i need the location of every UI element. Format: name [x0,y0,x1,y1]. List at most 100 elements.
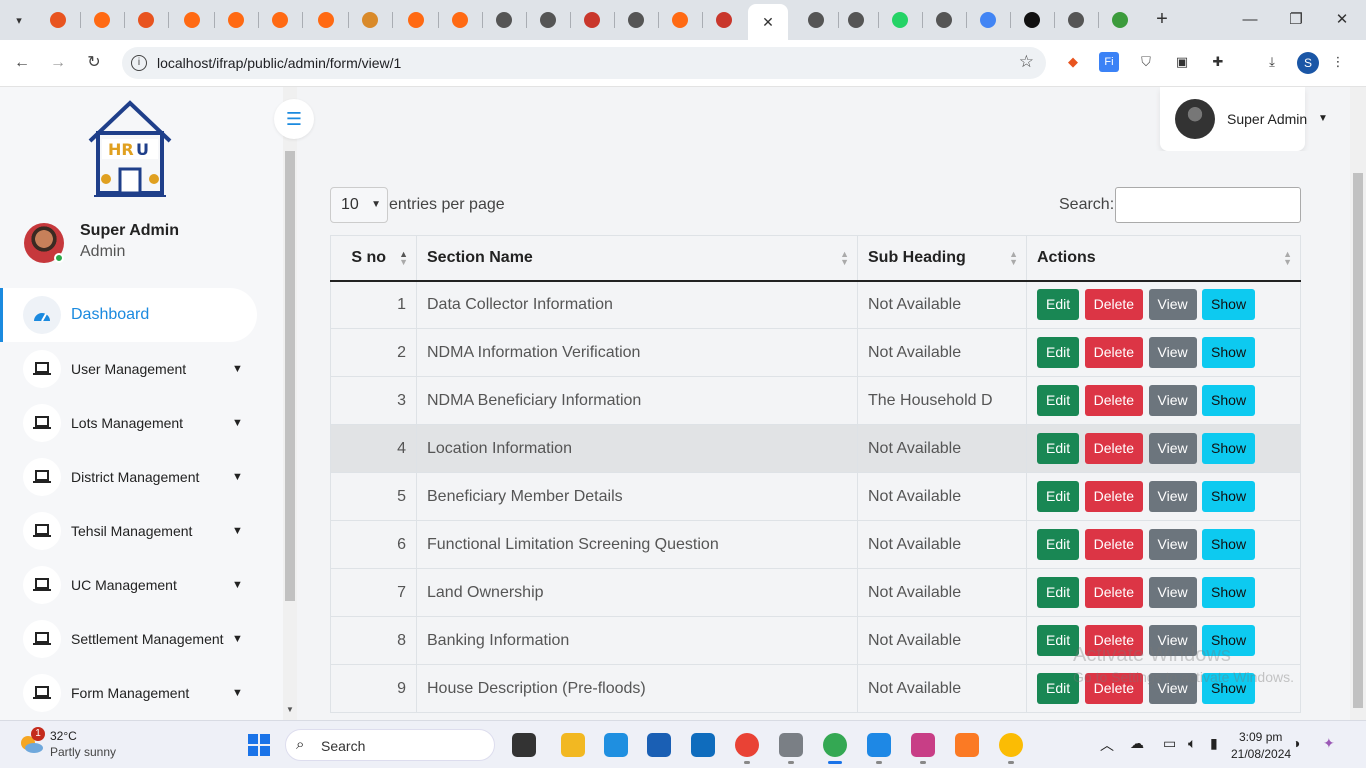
view-button[interactable]: View [1148,337,1197,368]
view-button[interactable]: View [1148,481,1197,512]
downloads-icon[interactable]: ⤓ [1262,52,1282,72]
browser-menu-icon[interactable]: ⋮ [1328,52,1348,72]
address-bar[interactable]: i localhost/ifrap/public/admin/form/view… [122,47,1046,79]
column-header-sno[interactable]: S no ▲ ▼ [330,235,417,282]
view-button[interactable]: View [1148,529,1197,560]
topbar-user-menu[interactable]: Super Admin ▼ [1160,87,1328,151]
browser-tab[interactable] [38,6,78,34]
sidebar-item-uc-management[interactable]: UC Management ▼ [0,558,257,612]
bookmark-star-icon[interactable]: ☆ [1019,52,1034,72]
windows-start-icon[interactable] [248,734,270,756]
back-icon[interactable]: ← [10,51,34,75]
outlook-icon[interactable] [691,733,715,757]
column-header-sub-heading[interactable]: Sub Heading ▲ ▼ [857,235,1027,282]
browser-tab[interactable] [1100,6,1140,34]
notification-bell-icon[interactable]: ◑ [1292,735,1300,751]
extension-fi-icon[interactable]: Fi [1099,52,1119,72]
browser-tab[interactable] [572,6,612,34]
sidebar-item-settlement-management[interactable]: Settlement Management ▼ [0,612,257,666]
edit-button[interactable]: Edit [1037,481,1080,512]
display-icon[interactable]: ▭ [1163,735,1176,752]
show-button[interactable]: Show [1202,577,1256,608]
browser-tab[interactable] [306,6,346,34]
forward-icon[interactable]: → [46,51,70,75]
browser-tab[interactable] [968,6,1008,34]
view-button[interactable]: View [1148,577,1197,608]
sidebar-item-form-management[interactable]: Form Management ▼ [0,666,257,720]
vscode-icon[interactable] [867,733,891,757]
browser-tab[interactable] [528,6,568,34]
browser-tab[interactable] [396,6,436,34]
store-icon[interactable] [647,733,671,757]
chrome-icon[interactable] [999,733,1023,757]
browser-tab[interactable] [82,6,122,34]
sidebar-item-district-management[interactable]: District Management ▼ [0,450,257,504]
volume-icon[interactable]: 🔈︎ [1188,735,1196,752]
sidebar-scroll-thumb[interactable] [285,151,295,601]
weather-condition[interactable]: Partly sunny [50,745,116,759]
show-button[interactable]: Show [1202,529,1256,560]
page-scrollbar[interactable] [1350,87,1366,720]
browser-tab[interactable] [660,6,700,34]
browser-tab[interactable] [924,6,964,34]
show-button[interactable]: Show [1202,289,1256,321]
maximize-icon[interactable]: ❐ [1284,8,1308,32]
edit-button[interactable]: Edit [1037,577,1080,608]
new-tab-button[interactable]: + [1150,8,1174,32]
delete-button[interactable]: Delete [1084,433,1144,464]
browser-tab[interactable] [216,6,256,34]
edit-button[interactable]: Edit [1037,433,1080,464]
tab-search-dropdown[interactable]: ▾ [8,9,30,31]
column-header-section-name[interactable]: Section Name ▲ ▼ [416,235,858,282]
browser-tab[interactable] [616,6,656,34]
search-input[interactable] [1115,187,1301,223]
edit-button[interactable]: Edit [1037,385,1080,416]
sidebar-item-tehsil-management[interactable]: Tehsil Management ▼ [0,504,257,558]
close-window-icon[interactable]: ✕ [1330,8,1354,32]
edge-icon[interactable] [604,733,628,757]
delete-button[interactable]: Delete [1084,289,1144,321]
delete-button[interactable]: Delete [1084,577,1144,608]
copilot-icon[interactable]: ✦ [1323,735,1335,752]
extension-icon[interactable]: ◆ [1063,52,1083,72]
browser-tab[interactable] [1056,6,1096,34]
extensions-puzzle-icon[interactable]: ✚ [1208,52,1228,72]
view-button[interactable]: View [1148,385,1197,416]
battery-icon[interactable]: ▮ [1210,735,1218,752]
shield-extension-icon[interactable]: ⛉ [1136,52,1156,72]
browser-tab[interactable] [484,6,524,34]
delete-button[interactable]: Delete [1084,529,1144,560]
entries-per-page-select[interactable]: 10 ▼ [330,187,388,223]
taskbar-date[interactable]: 21/08/2024 [1231,747,1291,761]
camera-icon[interactable] [779,733,803,757]
browser-tab[interactable] [1012,6,1052,34]
taskbar-time[interactable]: 3:09 pm [1239,730,1282,744]
browser-tab[interactable] [172,6,212,34]
browser-tab[interactable] [880,6,920,34]
profile-avatar[interactable]: S [1297,52,1319,74]
chrome-icon[interactable] [735,733,759,757]
column-header-actions[interactable]: Actions ▲ ▼ [1026,235,1301,282]
view-button[interactable]: View [1148,433,1197,464]
browser-tab[interactable] [126,6,166,34]
page-scroll-thumb[interactable] [1353,173,1363,708]
browser-tab[interactable] [440,6,480,34]
browser-tab[interactable] [836,6,876,34]
weather-temperature[interactable]: 32°C [50,729,77,743]
browser-tab[interactable] [350,6,390,34]
show-button[interactable]: Show [1202,337,1256,368]
delete-button[interactable]: Delete [1084,481,1144,512]
edit-button[interactable]: Edit [1037,337,1080,368]
scroll-down-arrow-icon[interactable]: ▼ [286,705,294,714]
browser-tab[interactable] [796,6,836,34]
taskbar-search-box[interactable]: ⌕ Search [285,729,495,761]
browser-tab[interactable] [260,6,300,34]
delete-button[interactable]: Delete [1084,385,1144,416]
edit-button[interactable]: Edit [1037,289,1080,321]
chrome-profile-icon[interactable] [823,733,847,757]
network-icon[interactable]: ☁ [1130,735,1144,752]
edit-button[interactable]: Edit [1037,529,1080,560]
site-info-icon[interactable]: i [131,55,147,71]
terminal-icon[interactable] [512,733,536,757]
sidebar-scrollbar[interactable]: ▼ [283,87,297,720]
